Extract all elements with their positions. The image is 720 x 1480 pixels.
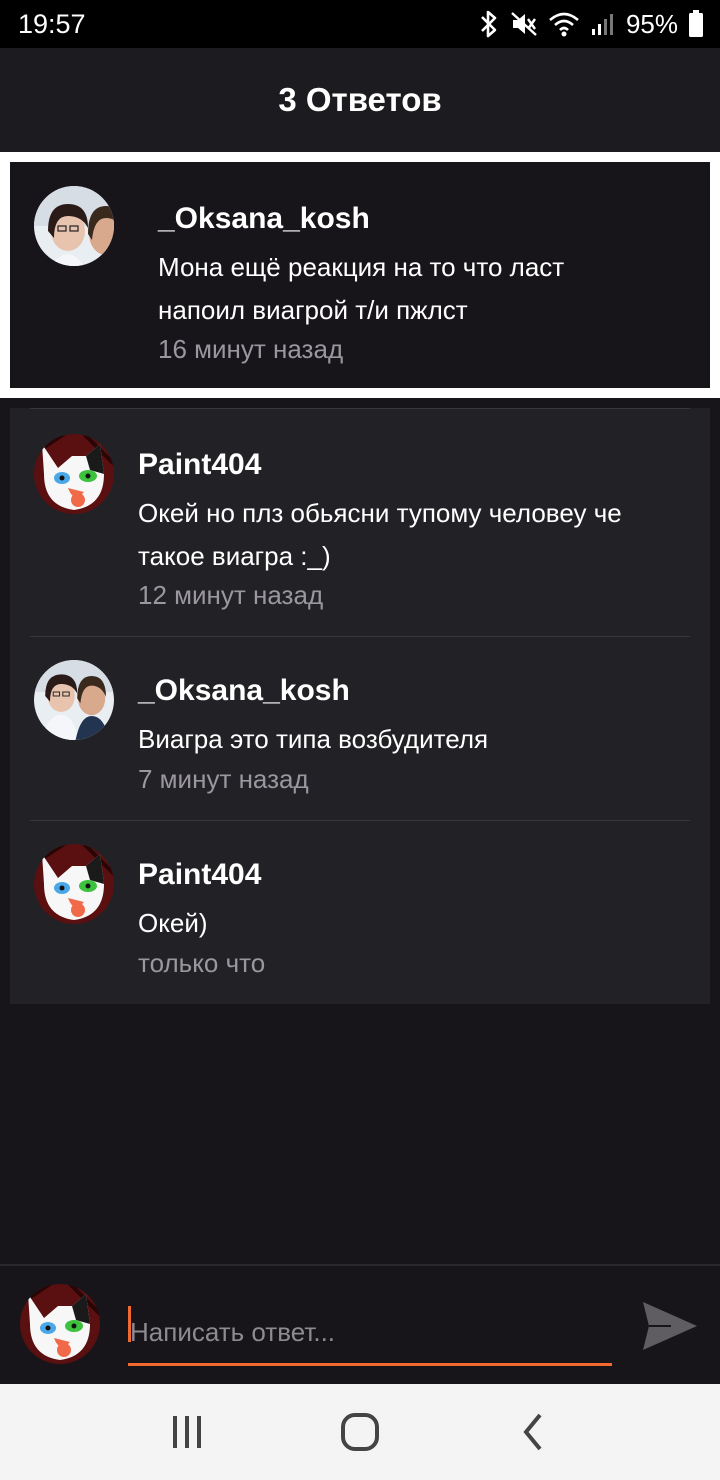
oksana-avatar[interactable] <box>34 660 114 740</box>
reply-item[interactable]: Paint404 Окей) только что <box>10 820 710 1004</box>
reply-text: Окей) <box>138 908 208 938</box>
reply-time: 12 минут назад <box>138 580 324 610</box>
reply-author[interactable]: Paint404 <box>138 448 261 482</box>
compose-bar <box>0 1264 720 1384</box>
reply-text: Окей но плз обьясни тупому человеу че та… <box>138 498 622 571</box>
status-bar: 19:57 95% <box>0 0 720 48</box>
battery-icon <box>688 10 704 38</box>
send-icon <box>643 1302 697 1350</box>
signal-icon <box>590 11 616 37</box>
recent-apps-button[interactable] <box>147 1402 227 1462</box>
battery-level: 95% <box>625 8 678 39</box>
parent-comment[interactable]: _Oksana_kosh Мона ещё реакция на то что … <box>10 162 710 388</box>
reply-author[interactable]: _Oksana_kosh <box>138 674 350 708</box>
back-icon <box>523 1413 542 1451</box>
app-header: 3 Ответов <box>0 48 720 152</box>
reply-input[interactable] <box>128 1302 612 1366</box>
comment-author[interactable]: _Oksana_kosh <box>158 202 370 236</box>
reply-time: 7 минут назад <box>138 764 309 794</box>
home-icon <box>340 1413 379 1451</box>
reply-item[interactable]: _Oksana_kosh Виагра это типа возбудителя… <box>10 636 710 820</box>
bluetooth-icon <box>478 10 500 38</box>
reply-item[interactable]: Paint404 Окей но плз обьясни тупому чело… <box>10 408 710 636</box>
status-time: 19:57 <box>18 8 86 39</box>
send-button[interactable] <box>640 1296 700 1356</box>
wifi-icon <box>548 11 580 37</box>
system-nav-bar <box>0 1384 720 1480</box>
comment-time: 16 минут назад <box>158 334 344 364</box>
back-button[interactable] <box>493 1402 573 1462</box>
parent-comment-highlight: _Oksana_kosh Мона ещё реакция на то что … <box>0 152 720 398</box>
text-caret <box>128 1306 131 1342</box>
replies-list: Paint404 Окей но плз обьясни тупому чело… <box>10 408 710 1004</box>
reply-time: только что <box>138 948 266 978</box>
paint-avatar[interactable] <box>34 844 114 924</box>
paint-avatar[interactable] <box>34 434 114 514</box>
reply-author[interactable]: Paint404 <box>138 858 261 892</box>
oksana-avatar[interactable] <box>34 186 114 266</box>
status-icons: 95% <box>478 9 704 40</box>
mute-icon <box>510 11 538 37</box>
paint-avatar[interactable] <box>20 1284 100 1364</box>
recent-apps-icon <box>172 1416 201 1448</box>
comment-text: Мона ещё реакция на то что ласт напоил в… <box>158 252 565 325</box>
reply-text: Виагра это типа возбудителя <box>138 724 489 754</box>
page-title: 3 Ответов <box>278 81 442 118</box>
home-button[interactable] <box>320 1402 400 1462</box>
